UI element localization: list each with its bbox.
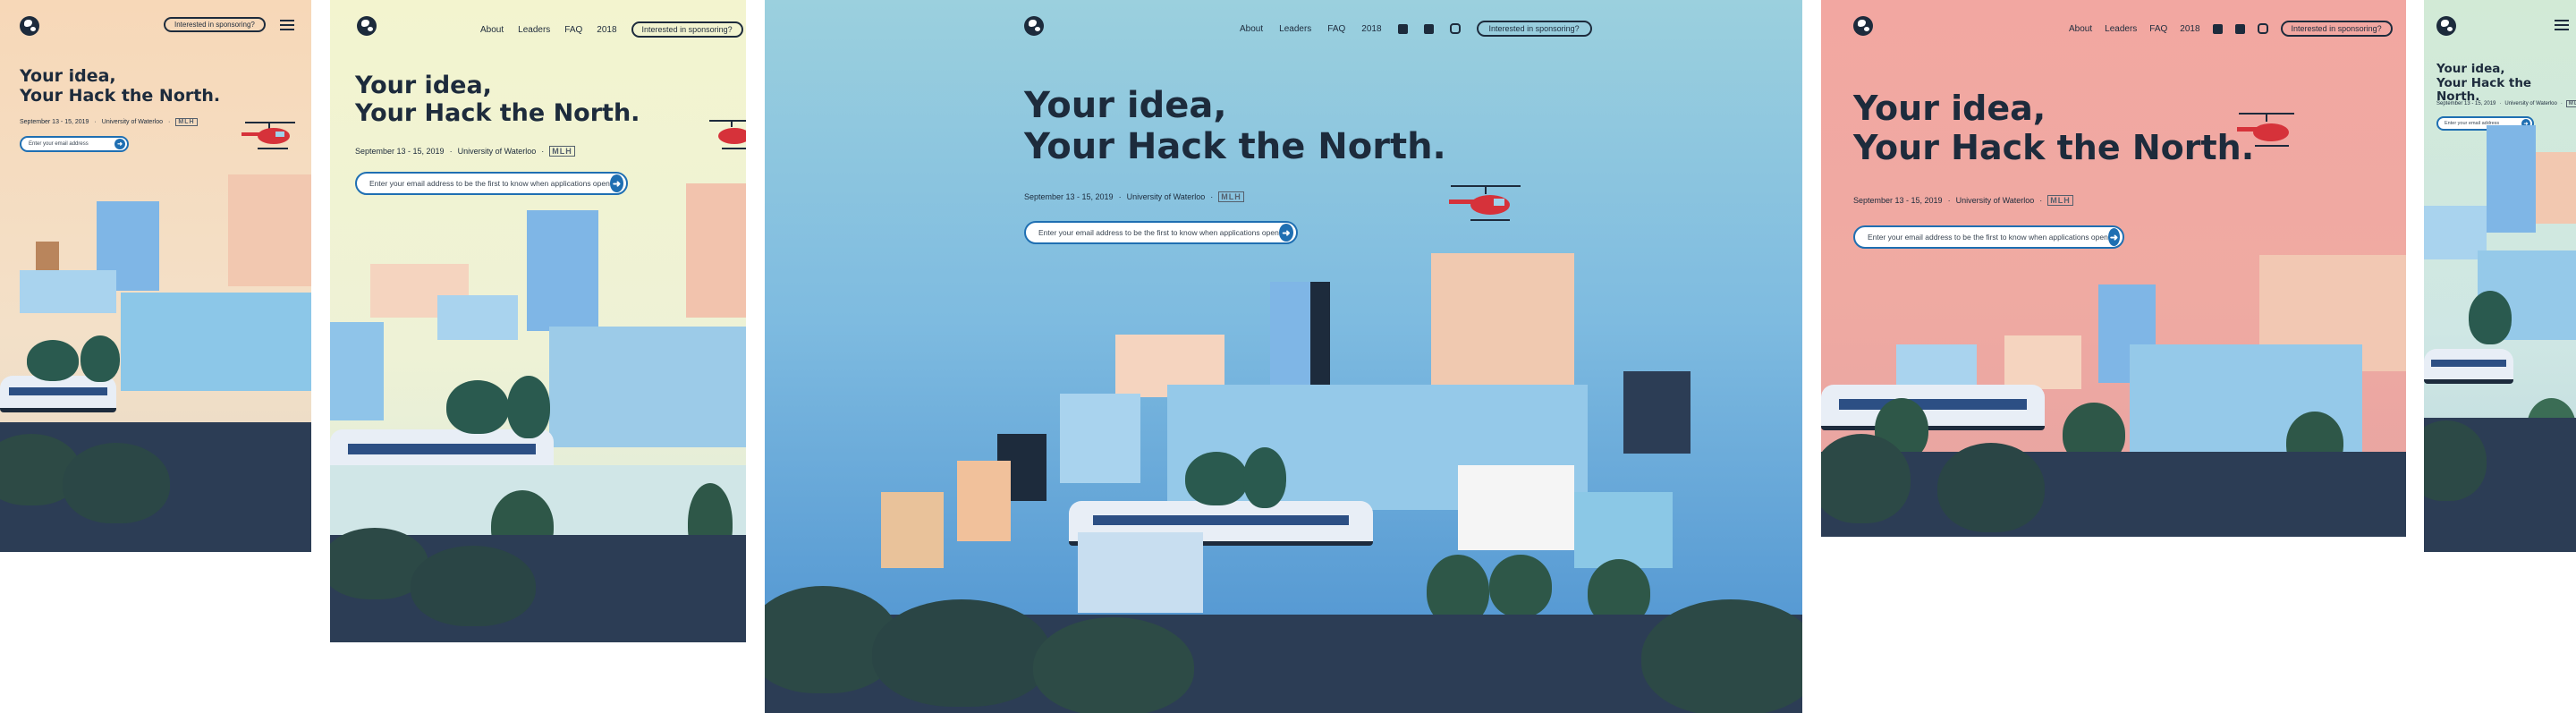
tree — [446, 380, 509, 434]
globe-logo-icon[interactable] — [20, 16, 39, 36]
building — [1060, 394, 1140, 483]
facebook-icon[interactable] — [1397, 23, 1408, 34]
nav-about[interactable]: About — [480, 25, 504, 35]
building — [527, 210, 598, 331]
panel-mobile-mint: Your idea, Your Hack the North. September… — [2424, 0, 2576, 552]
tree — [2469, 291, 2512, 344]
building — [1078, 532, 1203, 613]
facebook-icon[interactable] — [2212, 23, 2223, 34]
building — [2536, 152, 2576, 224]
tree — [1185, 452, 1248, 505]
nav-faq[interactable]: FAQ — [1327, 24, 1345, 34]
menu-icon[interactable] — [280, 20, 294, 30]
building — [2487, 125, 2536, 233]
tree — [80, 335, 120, 382]
email-field[interactable]: Enter your email address ➜ — [20, 136, 129, 152]
globe-logo-icon[interactable] — [1853, 16, 1873, 36]
nav-2018[interactable]: 2018 — [1361, 24, 1381, 34]
panel-laptop-pink: About Leaders FAQ 2018 Interested in spo… — [1821, 0, 2406, 537]
tree — [63, 443, 170, 523]
building — [228, 174, 311, 286]
nav-leaders[interactable]: Leaders — [518, 25, 550, 35]
sponsor-button[interactable]: Interested in sponsoring? — [2280, 21, 2393, 37]
page-title: Your idea, Your Hack the North. — [1853, 89, 2255, 167]
sponsor-button[interactable]: Interested in sponsoring? — [631, 21, 743, 38]
nav-2018[interactable]: 2018 — [2180, 24, 2199, 34]
instagram-icon[interactable] — [2257, 23, 2268, 34]
nav-leaders[interactable]: Leaders — [1279, 24, 1311, 34]
main-nav: About Leaders FAQ 2018 Interested in spo… — [1240, 21, 1592, 37]
twitter-icon[interactable] — [2234, 23, 2245, 34]
nav-faq[interactable]: FAQ — [2149, 24, 2167, 34]
building — [2004, 335, 2081, 389]
tree — [872, 599, 1051, 707]
tree — [1937, 443, 2045, 532]
page-title: Your idea, Your Hack the North. — [2436, 62, 2532, 105]
email-field[interactable]: Enter your email address to be the first… — [1853, 225, 2124, 249]
page-title: Your idea, Your Hack the North. — [20, 66, 221, 106]
helicopter-icon — [2237, 113, 2294, 147]
building — [1623, 371, 1690, 454]
building — [36, 242, 59, 274]
arrow-right-icon[interactable]: ➜ — [1278, 224, 1293, 242]
helicopter-icon — [709, 120, 746, 149]
helicopter-icon — [1449, 185, 1521, 221]
building — [437, 295, 518, 340]
building — [686, 183, 746, 318]
main-nav: About Leaders FAQ 2018 Interested in spo… — [2069, 21, 2393, 37]
building — [121, 293, 311, 391]
nav-leaders[interactable]: Leaders — [2105, 24, 2137, 34]
train — [2424, 349, 2513, 384]
tree — [27, 340, 79, 381]
event-info: September 13 - 15, 2019 · University of Wa… — [355, 146, 575, 157]
email-field[interactable]: Enter your email address to be the first… — [355, 172, 628, 195]
building — [1431, 253, 1574, 387]
train — [1821, 385, 2045, 430]
panel-desktop-blue: About Leaders FAQ 2018 Interested in spo… — [765, 0, 1802, 713]
event-info: September 13 - 15, 2019 · University of Wa… — [20, 118, 198, 126]
panel-tablet-yellow: About Leaders FAQ 2018 Interested in spo… — [330, 0, 746, 642]
building — [330, 322, 384, 420]
nav-about[interactable]: About — [1240, 24, 1263, 34]
instagram-icon[interactable] — [1449, 23, 1461, 34]
building — [549, 327, 746, 447]
globe-logo-icon[interactable] — [357, 16, 377, 36]
building — [20, 270, 116, 313]
building — [957, 461, 1011, 541]
arrow-right-icon[interactable]: ➜ — [609, 174, 623, 192]
tree — [411, 546, 536, 626]
building — [1458, 465, 1574, 550]
page-title: Your idea, Your Hack the North. — [355, 72, 640, 128]
email-field[interactable]: Enter your email address to be the first… — [1024, 221, 1298, 244]
main-nav: About Leaders FAQ 2018 Interested in spo… — [480, 21, 743, 38]
nav-about[interactable]: About — [2069, 24, 2092, 34]
tree — [507, 376, 550, 438]
tree — [1489, 555, 1552, 617]
twitter-icon[interactable] — [1423, 23, 1434, 34]
tree — [1821, 434, 1911, 523]
building — [1574, 492, 1673, 568]
ground — [1821, 452, 2406, 537]
tree — [1243, 447, 1286, 508]
building — [881, 492, 944, 568]
event-info: September 13 - 15, 2019 · University of Wa… — [2436, 100, 2576, 107]
nav-2018[interactable]: 2018 — [597, 25, 616, 35]
helicopter-icon — [242, 122, 295, 149]
globe-logo-icon[interactable] — [2436, 16, 2456, 36]
arrow-right-icon[interactable]: ➜ — [114, 139, 125, 149]
event-info: September 13 - 15, 2019 · University of Wa… — [1024, 191, 1244, 202]
arrow-right-icon[interactable]: ➜ — [2107, 228, 2120, 246]
event-info: September 13 - 15, 2019 · University of Wa… — [1853, 195, 2073, 206]
tree — [1641, 599, 1802, 713]
sponsor-button[interactable]: Interested in sponsoring? — [164, 17, 266, 32]
panel-mobile-peach: Interested in sponsoring? Your idea, Your… — [0, 0, 311, 552]
tree — [1033, 617, 1194, 713]
sponsor-button[interactable]: Interested in sponsoring? — [1476, 21, 1592, 37]
globe-logo-icon[interactable] — [1024, 16, 1044, 36]
nav-faq[interactable]: FAQ — [564, 25, 582, 35]
page-title: Your idea, Your Hack the North. — [1024, 85, 1446, 167]
menu-icon[interactable] — [2555, 20, 2569, 30]
